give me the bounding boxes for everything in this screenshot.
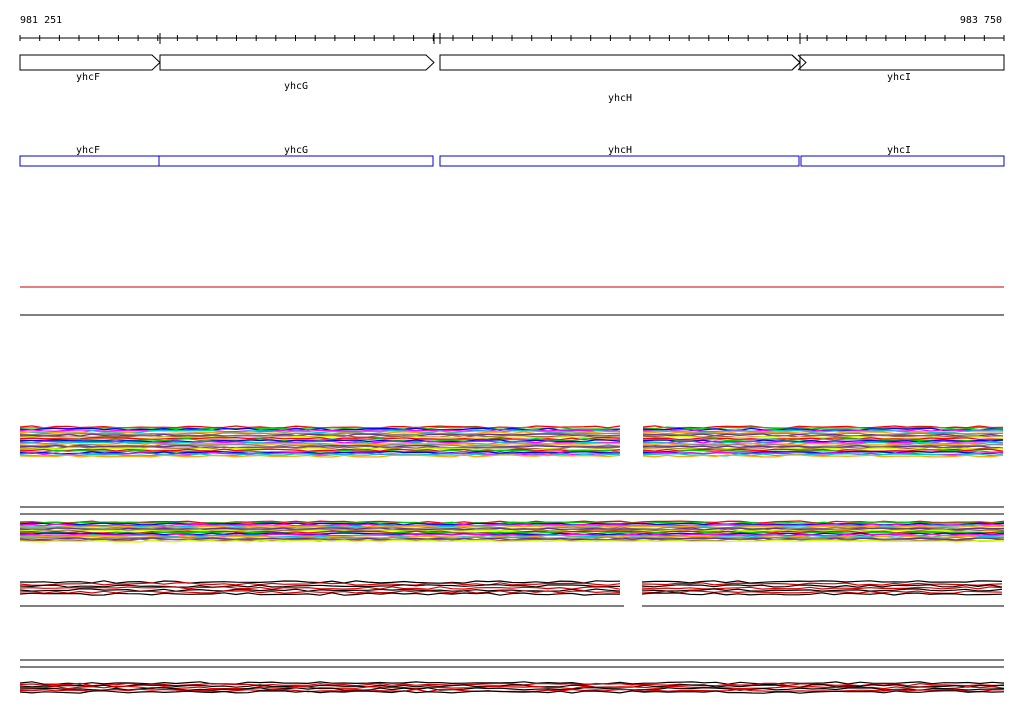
annotation-label-yhcF: yhcF (76, 145, 100, 156)
annotation-box-yhcH[interactable] (439, 155, 800, 167)
profile-track-multicolor-2 (19, 520, 1005, 543)
annotation-label-yhcH: yhcH (608, 145, 632, 156)
annotation-box-yhcF[interactable] (19, 155, 160, 167)
gene-arrow-yhcH[interactable] (439, 54, 801, 71)
annotation-label-yhcI: yhcI (887, 145, 911, 156)
gene-arrow-yhcG[interactable] (159, 54, 435, 71)
gene-track: yhcF yhcG yhcH yhcI (19, 54, 1005, 104)
annotation-track: yhcF yhcG yhcH yhcI (19, 145, 1005, 167)
gene-label-yhcG: yhcG (284, 81, 308, 92)
gene-label-yhcF: yhcF (76, 72, 100, 83)
genome-browser-view: 981 251 983 750 yhcF yhcG yhcH yhcI yhcF… (19, 15, 1005, 694)
profile-track-multicolor-1 (19, 425, 1004, 458)
annotation-box-yhcG[interactable] (158, 155, 434, 167)
profile-line (19, 592, 621, 596)
region-end-label: 983 750 (960, 15, 1002, 26)
profile-track-black-red-1 (19, 580, 1003, 596)
coordinate-ruler (19, 33, 1005, 44)
gene-arrow-yhcI[interactable] (799, 54, 1005, 71)
gene-arrow-yhcF[interactable] (19, 54, 161, 71)
gene-label-yhcI: yhcI (887, 72, 911, 83)
profile-line (19, 586, 621, 590)
profile-line (641, 584, 1003, 588)
gene-label-yhcH: yhcH (608, 93, 632, 104)
profile-line (19, 590, 621, 594)
region-start-label: 981 251 (20, 15, 62, 26)
profile-track-black-red-2 (19, 681, 1005, 694)
annotation-box-yhcI[interactable] (800, 155, 1005, 167)
annotation-label-yhcG: yhcG (284, 145, 308, 156)
profile-line (19, 584, 621, 588)
